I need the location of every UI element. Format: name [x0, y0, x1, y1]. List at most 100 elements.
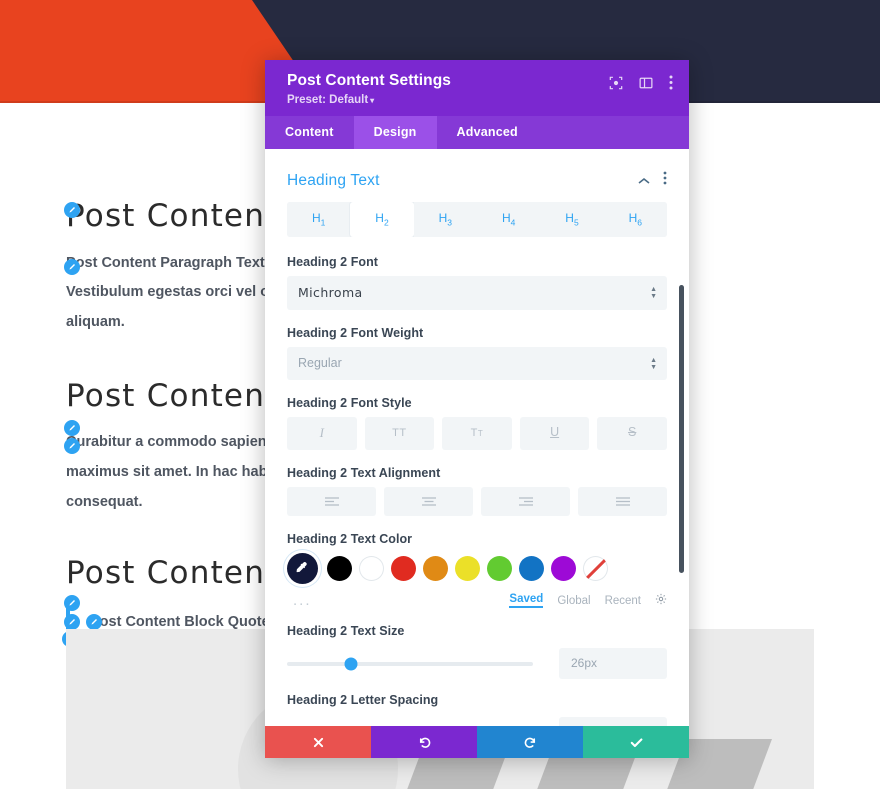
h5-label: H: [565, 211, 574, 225]
align-right-icon[interactable]: [481, 487, 570, 517]
focus-icon[interactable]: [609, 76, 623, 95]
heading-font-weight-field: Heading 2 Font Weight Regular ▲ ▼: [287, 326, 667, 381]
heading-text-alignment-field: Heading 2 Text Alignment: [287, 466, 667, 517]
edit-bubble-blockquote-outer[interactable]: [64, 614, 80, 631]
edit-bubble-blockquote-inner[interactable]: [86, 614, 102, 631]
tab-advanced[interactable]: Advanced: [437, 116, 538, 149]
undo-button[interactable]: [371, 726, 477, 758]
modal-footer: [265, 726, 689, 758]
slider-knob[interactable]: [344, 657, 358, 671]
align-center-icon[interactable]: [384, 487, 473, 517]
modal-tabs: Content Design Advanced: [265, 116, 689, 149]
heading-font-field: Heading 2 Font Michroma ▲ ▼: [287, 255, 667, 311]
heading-level-h1[interactable]: H1: [287, 202, 351, 238]
section-title: Heading Text: [287, 171, 380, 189]
strikethrough-button[interactable]: S: [597, 417, 667, 451]
heading-level-h6[interactable]: H6: [603, 202, 667, 238]
color-swatch-row: [287, 553, 667, 585]
save-button[interactable]: [583, 726, 689, 758]
gear-icon[interactable]: [655, 593, 667, 608]
h2-sub: 2: [383, 217, 389, 228]
heading-text-color-label: Heading 2 Text Color: [287, 532, 413, 547]
italic-button[interactable]: I: [287, 417, 357, 451]
heading-font-weight-select[interactable]: Regular ▲ ▼: [287, 347, 667, 381]
heading-text-color-field: Heading 2 Text Color ... Saved Global Re…: [287, 532, 667, 609]
heading-letter-spacing-label: Heading 2 Letter Spacing: [287, 693, 439, 708]
tab-content[interactable]: Content: [265, 116, 354, 149]
settings-panel: Heading Text H1 H2 H3 H4 H5 H6 Heading 2…: [265, 149, 689, 726]
redo-button[interactable]: [477, 726, 583, 758]
heading-letter-spacing-value[interactable]: 0px: [559, 717, 667, 726]
swatch-orange[interactable]: [423, 556, 448, 582]
checkmark-icon: [630, 737, 642, 747]
heading-font-weight-value: Regular: [298, 356, 342, 371]
swatch-green[interactable]: [487, 556, 512, 582]
h3-sub: 3: [447, 217, 453, 228]
capitalize-button[interactable]: TT: [442, 417, 512, 451]
text-alignment-buttons: [287, 487, 667, 517]
select-arrows-icon: ▲ ▼: [650, 356, 657, 371]
modal-header-titles: Post Content Settings Preset: Default ▾: [287, 72, 451, 106]
swatch-white[interactable]: [359, 556, 384, 582]
section-actions: [638, 171, 667, 190]
swatch-tab-global[interactable]: Global: [557, 595, 590, 607]
h4-label: H: [501, 211, 511, 225]
h3-label: H: [438, 211, 448, 225]
h2-label: H: [375, 211, 384, 225]
uppercase-button[interactable]: TT: [364, 417, 435, 451]
align-justify-icon[interactable]: [578, 487, 667, 517]
split-view-icon[interactable]: [639, 76, 653, 95]
underline-button[interactable]: U: [519, 417, 590, 451]
h1-label: H: [311, 211, 321, 225]
heading-level-h5[interactable]: H5: [540, 202, 604, 238]
chevron-up-icon[interactable]: [638, 172, 650, 190]
edit-bubble-heading-1[interactable]: [64, 202, 80, 218]
modal-scroll-area: Heading Text H1 H2 H3 H4 H5 H6 Heading 2…: [265, 149, 689, 726]
swatch-blue[interactable]: [519, 556, 544, 582]
undo-icon: [419, 737, 430, 748]
heading-text-size-label: Heading 2 Text Size: [287, 624, 405, 639]
h4-sub: 4: [510, 217, 516, 228]
post-content-settings-modal: Post Content Settings Preset: Default▾: [265, 60, 689, 758]
align-left-icon[interactable]: [287, 487, 376, 517]
swatch-meta-row: ... Saved Global Recent: [287, 593, 667, 609]
heading-level-h2[interactable]: H2: [350, 202, 414, 238]
heading-level-h4[interactable]: H4: [476, 202, 541, 238]
select-arrows-icon: ▲ ▼: [650, 286, 657, 301]
heading-level-h3[interactable]: H3: [413, 202, 477, 238]
cancel-button[interactable]: [265, 726, 371, 758]
modal-preset[interactable]: Preset: Default ▾: [287, 94, 451, 106]
heading-text-size-value[interactable]: 26px: [559, 648, 667, 680]
heading-text-section-header: Heading Text: [287, 149, 667, 202]
heading-text-size-slider[interactable]: [287, 657, 533, 671]
swatch-purple[interactable]: [551, 556, 576, 582]
more-options-icon[interactable]: [663, 171, 667, 190]
screenshot-root: Post Content Heading H1 Text Post Conten…: [0, 0, 880, 789]
heading-font-weight-label: Heading 2 Font Weight: [287, 326, 424, 341]
swatch-red[interactable]: [391, 556, 416, 582]
heading-letter-spacing-field: Heading 2 Letter Spacing 0px: [287, 693, 667, 726]
heading-font-style-label: Heading 2 Font Style: [287, 396, 412, 411]
heading-text-size-field: Heading 2 Text Size 26px: [287, 624, 667, 680]
close-icon: [313, 737, 323, 747]
heading-text-size-row: 26px: [287, 648, 667, 680]
edit-bubble-paragraph-1[interactable]: [64, 258, 80, 275]
more-options-icon[interactable]: [669, 75, 673, 95]
swatch-more-icon[interactable]: ...: [287, 593, 312, 608]
font-style-buttons: I TT TT U S: [287, 417, 667, 451]
swatch-black[interactable]: [327, 556, 352, 582]
heading-font-value: Michroma: [298, 285, 363, 301]
modal-scrollbar[interactable]: [679, 285, 684, 573]
eyedropper-icon[interactable]: [287, 553, 318, 585]
swatch-yellow[interactable]: [455, 556, 480, 582]
tab-design[interactable]: Design: [353, 116, 437, 149]
swatch-tab-recent[interactable]: Recent: [605, 595, 641, 607]
heading-text-alignment-label: Heading 2 Text Alignment: [287, 466, 441, 481]
heading-font-select[interactable]: Michroma ▲ ▼: [287, 276, 667, 311]
redo-icon: [524, 737, 535, 748]
modal-header-icons: [609, 72, 673, 95]
swatch-tab-saved[interactable]: Saved: [509, 593, 544, 609]
h6-sub: 6: [637, 217, 642, 228]
swatch-none[interactable]: [583, 556, 608, 582]
h5-sub: 5: [573, 217, 579, 228]
